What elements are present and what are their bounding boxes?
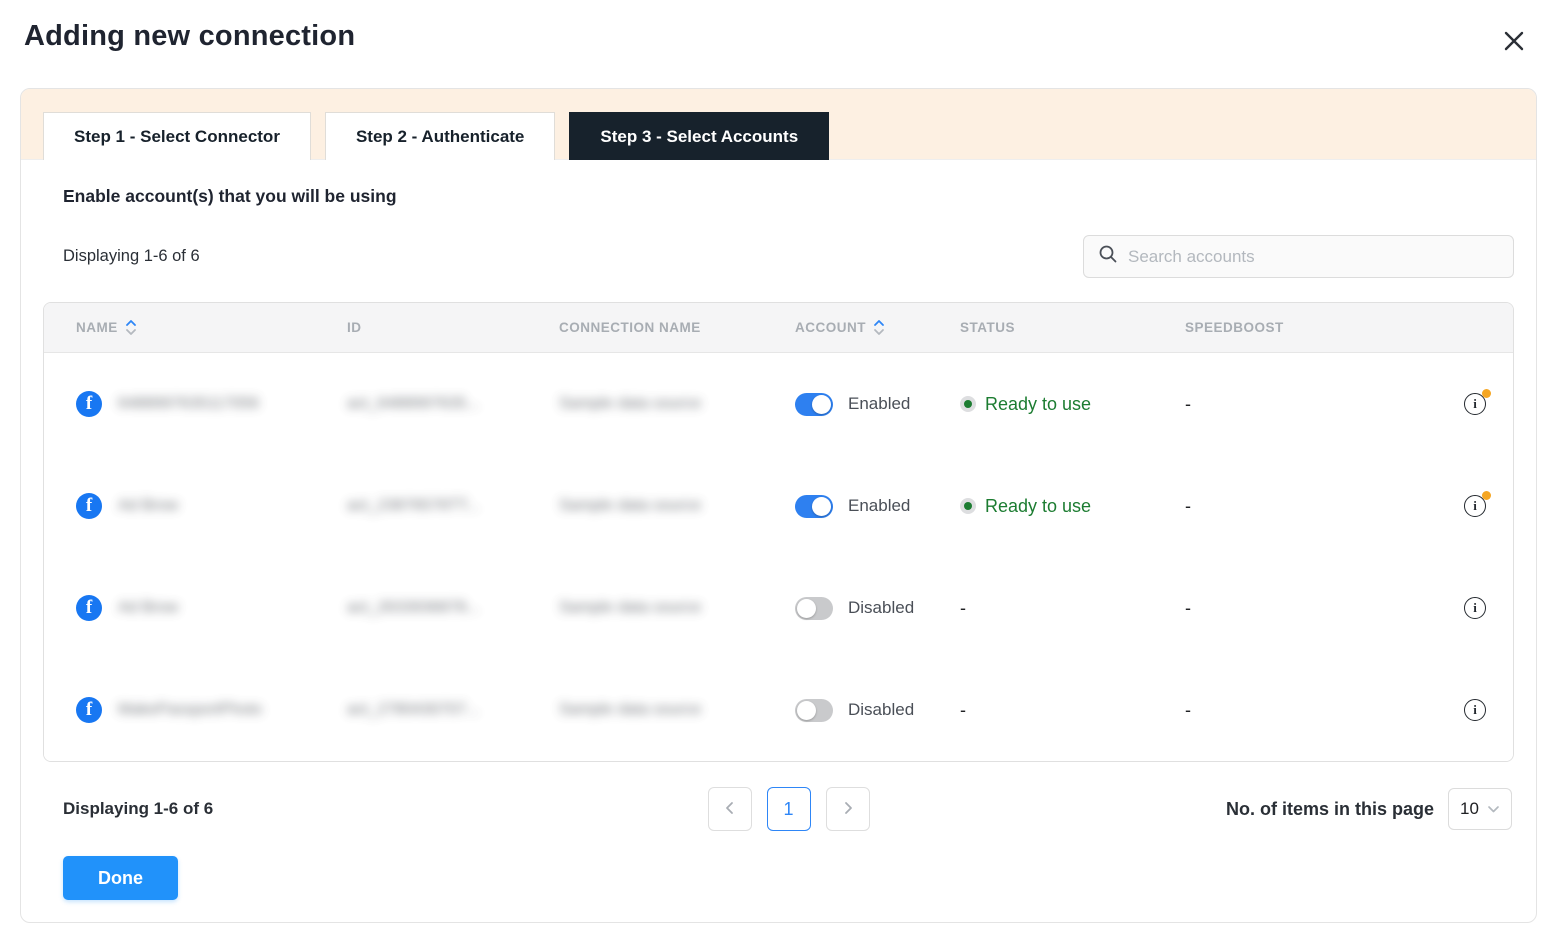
search-box — [1083, 235, 1514, 278]
page-number-button[interactable]: 1 — [767, 787, 811, 831]
table-footer: Displaying 1-6 of 6 1 No. of items in th… — [63, 788, 1514, 830]
account-name: MakePassportPhoto — [118, 701, 262, 719]
tab-step3-select-accounts[interactable]: Step 3 - Select Accounts — [569, 112, 829, 160]
facebook-icon: f — [76, 493, 102, 519]
facebook-icon: f — [76, 391, 102, 417]
account-toggle[interactable] — [795, 495, 833, 518]
account-id: act_2633936878... — [347, 599, 480, 616]
notification-dot-icon — [1482, 389, 1491, 398]
account-toggle[interactable] — [795, 699, 833, 722]
tab-step2-authenticate[interactable]: Step 2 - Authenticate — [325, 112, 555, 160]
facebook-icon: f — [76, 697, 102, 723]
column-header-speedboost: SPEEDBOOST — [1185, 320, 1423, 335]
speedboost-value: - — [1185, 700, 1423, 721]
modal-header: Adding new connection — [0, 0, 1557, 58]
account-toggle-label: Enabled — [848, 394, 910, 414]
table-row: f MakePassportPhoto act_2780430707... Sa… — [44, 659, 1513, 761]
done-button[interactable]: Done — [63, 856, 178, 900]
pagination: 1 — [708, 787, 870, 831]
account-toggle-label: Disabled — [848, 700, 914, 720]
status-cell: - — [960, 700, 1185, 721]
table-row: f Ad Brow act_23876576TT... Sample data … — [44, 455, 1513, 557]
table-header-row: NAME ID CONNECTION NAME ACCOUNT STATUS — [44, 303, 1513, 353]
info-icon[interactable]: i — [1464, 597, 1487, 620]
connection-wizard-panel: Step 1 - Select Connector Step 2 - Authe… — [20, 88, 1537, 923]
notification-dot-icon — [1482, 491, 1491, 500]
table-row: f 6488997635117056 act_6488997635... Sam… — [44, 353, 1513, 455]
connection-name: Sample data source — [559, 701, 701, 718]
table-row: f Ad Brow act_2633936878... Sample data … — [44, 557, 1513, 659]
column-header-account[interactable]: ACCOUNT — [795, 319, 960, 336]
search-icon — [1098, 244, 1118, 269]
account-toggle-label: Disabled — [848, 598, 914, 618]
step3-content: Enable account(s) that you will be using… — [21, 186, 1536, 900]
connection-name: Sample data source — [559, 395, 701, 412]
items-per-page-label: No. of items in this page — [1226, 799, 1434, 820]
close-icon — [1501, 28, 1527, 54]
wizard-tabs: Step 1 - Select Connector Step 2 - Authe… — [21, 89, 1536, 160]
info-icon[interactable]: i — [1464, 699, 1487, 722]
connection-name: Sample data source — [559, 497, 701, 514]
column-header-connection-name: CONNECTION NAME — [559, 320, 795, 335]
chevron-right-icon — [841, 799, 855, 820]
status-text: - — [960, 598, 966, 619]
items-per-page-select[interactable]: 10 — [1448, 788, 1512, 830]
chevron-left-icon — [723, 799, 737, 820]
speedboost-value: - — [1185, 496, 1423, 517]
chevron-down-icon — [1487, 799, 1500, 819]
connection-name: Sample data source — [559, 599, 701, 616]
account-name: Ad Brow — [118, 599, 178, 617]
tab-step1-select-connector[interactable]: Step 1 - Select Connector — [43, 112, 311, 160]
info-icon[interactable]: i — [1464, 495, 1487, 518]
displaying-count-bottom: Displaying 1-6 of 6 — [63, 799, 213, 819]
info-icon[interactable]: i — [1464, 393, 1487, 416]
account-toggle[interactable] — [795, 597, 833, 620]
status-cell: Ready to use — [960, 496, 1185, 517]
speedboost-value: - — [1185, 394, 1423, 415]
speedboost-value: - — [1185, 598, 1423, 619]
sort-icon[interactable] — [125, 319, 137, 336]
column-header-status: STATUS — [960, 320, 1185, 335]
status-cell: Ready to use — [960, 394, 1185, 415]
page-title: Adding new connection — [24, 20, 355, 53]
accounts-table: NAME ID CONNECTION NAME ACCOUNT STATUS — [43, 302, 1514, 762]
sort-icon[interactable] — [873, 319, 885, 336]
account-name: Ad Brow — [118, 497, 178, 515]
status-cell: - — [960, 598, 1185, 619]
account-toggle-label: Enabled — [848, 496, 910, 516]
displaying-count-top: Displaying 1-6 of 6 — [63, 247, 200, 266]
next-page-button[interactable] — [826, 787, 870, 831]
status-dot-icon — [960, 498, 976, 514]
account-toggle[interactable] — [795, 393, 833, 416]
column-header-id: ID — [347, 320, 559, 335]
account-id: act_23876576TT... — [347, 497, 480, 514]
account-id: act_6488997635... — [347, 395, 480, 412]
previous-page-button[interactable] — [708, 787, 752, 831]
status-text: - — [960, 700, 966, 721]
status-text: Ready to use — [985, 394, 1091, 415]
search-input[interactable] — [1128, 247, 1499, 267]
section-heading: Enable account(s) that you will be using — [63, 186, 1514, 207]
facebook-icon: f — [76, 595, 102, 621]
column-header-name[interactable]: NAME — [76, 319, 347, 336]
account-name: 6488997635117056 — [118, 395, 259, 413]
close-button[interactable] — [1497, 24, 1531, 58]
account-id: act_2780430707... — [347, 701, 480, 718]
status-text: Ready to use — [985, 496, 1091, 517]
status-dot-icon — [960, 396, 976, 412]
